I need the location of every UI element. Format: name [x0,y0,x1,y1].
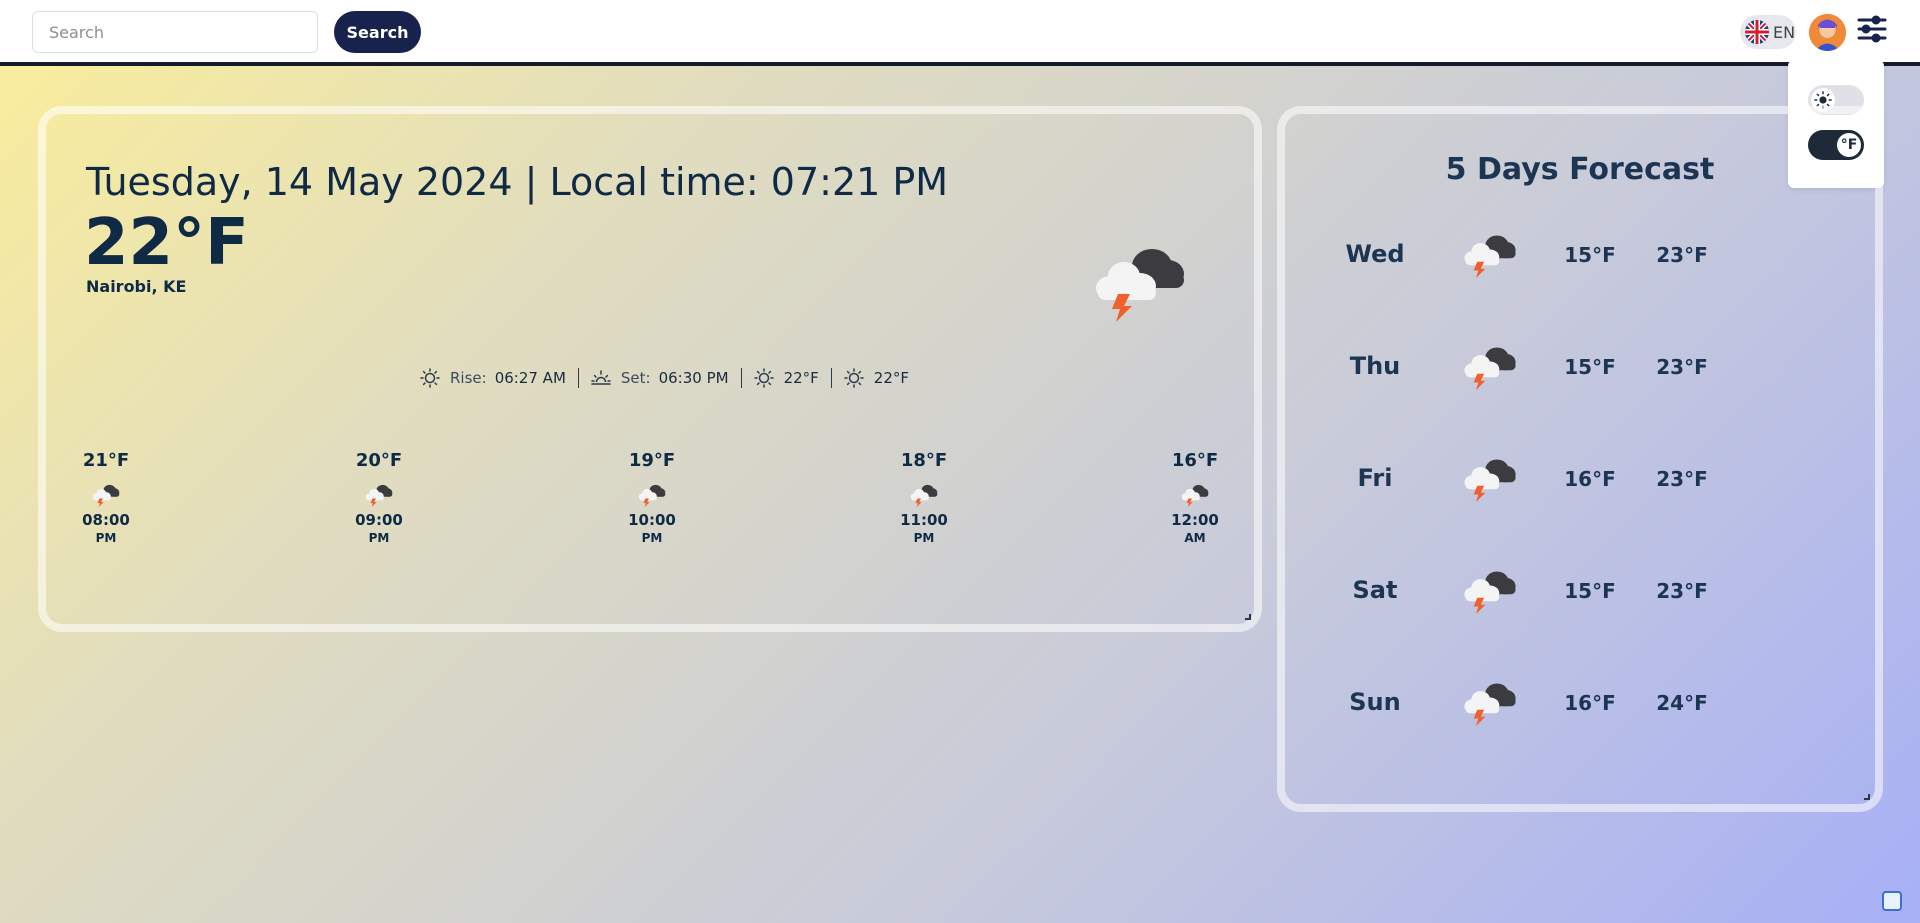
sunrise-time: 06:27 AM [494,369,566,387]
forecast-high: 23°F [1656,467,1708,491]
thunderstorm-cloud-icon [363,481,395,507]
forecast-low: 15°F [1564,579,1616,603]
thunderstorm-cloud-icon [636,481,668,507]
thunderstorm-cloud-icon [1460,564,1520,614]
user-avatar[interactable] [1809,14,1846,51]
low-temp-icon [844,368,864,388]
sunrise-icon [420,368,440,388]
sunset-time: 06:30 PM [658,369,729,387]
resize-handle [1864,794,1870,800]
forecast-row: Sun 16°F 24°F [1330,676,1750,736]
thunderstorm-cloud-icon [1460,676,1520,726]
thunderstorm-cloud-icon [90,481,122,507]
forecast-low: 16°F [1564,691,1616,715]
hourly-temp: 21°F [82,450,130,471]
high-temp-icon [754,368,774,388]
forecast-day: Wed [1345,240,1405,268]
divider [577,368,579,388]
hourly-ampm: PM [95,531,117,545]
hourly-item: 20°F 09:00 PM [334,450,424,545]
top-bar: Search EN [0,0,1920,66]
forecast-title: 5 Days Forecast [1445,152,1715,187]
hourly-item: 19°F 10:00 PM [607,450,697,545]
hourly-time: 08:00 [82,511,130,529]
forecast-row: Thu 15°F 23°F [1330,340,1750,400]
forecast-day: Fri [1357,464,1393,492]
forecast-row: Fri 16°F 23°F [1330,452,1750,512]
sunset-label: Set: [620,369,651,387]
avatar-icon [1809,14,1846,51]
thunderstorm-cloud-icon [1460,228,1520,278]
settings-sliders-icon[interactable] [1856,13,1888,45]
sunrise-label: Rise: [450,369,487,387]
forecast-low: 15°F [1564,243,1616,267]
forecast-low: 16°F [1564,467,1616,491]
forecast-high: 23°F [1656,243,1708,267]
thunderstorm-cloud-icon [1460,452,1520,502]
hourly-temp: 16°F [1171,450,1219,471]
forecast-row: Sat 15°F 23°F [1330,564,1750,624]
thunderstorm-cloud-icon [1090,236,1190,322]
thunderstorm-cloud-icon [1460,340,1520,390]
hourly-item: 21°F 08:00 PM [61,450,151,545]
divider [740,368,742,388]
hourly-time: 11:00 [900,511,948,529]
language-label: EN [1773,22,1796,42]
help-widget-icon[interactable] [1882,891,1902,911]
search-input[interactable] [32,11,318,53]
hourly-temp: 18°F [900,450,948,471]
forecast-day: Sun [1349,688,1401,716]
search-button[interactable]: Search [334,11,421,53]
hourly-ampm: PM [913,531,935,545]
date-time-line: Tuesday, 14 May 2024 | Local time: 07:21… [86,160,949,204]
hourly-ampm: AM [1184,531,1206,545]
hourly-ampm: PM [641,531,663,545]
forecast-row: Wed 15°F 23°F [1330,228,1750,288]
forecast-high: 24°F [1656,691,1708,715]
location-label: Nairobi, KE [86,277,187,296]
divider [830,368,832,388]
hourly-time: 10:00 [628,511,676,529]
hourly-item: 16°F 12:00 AM [1150,450,1240,545]
sunset-icon [591,368,611,388]
resize-handle [1245,614,1251,620]
language-selector[interactable]: EN [1740,15,1796,49]
forecast-day: Thu [1349,352,1401,380]
forecast-low: 15°F [1564,355,1616,379]
hourly-time: 09:00 [355,511,403,529]
thunderstorm-cloud-icon [1179,481,1211,507]
low-temp: 22°F [873,369,909,387]
uk-flag-icon [1745,20,1769,44]
hourly-ampm: PM [368,531,390,545]
hourly-time: 12:00 [1171,511,1219,529]
forecast-day: Sat [1352,576,1398,604]
hourly-item: 18°F 11:00 PM [879,450,969,545]
forecast-high: 23°F [1656,579,1708,603]
thunderstorm-cloud-icon [908,481,940,507]
sun-details-row: Rise: 06:27 AM Set: 06:30 PM 22°F 22°F [420,364,909,392]
hourly-temp: 19°F [628,450,676,471]
forecast-high: 23°F [1656,355,1708,379]
hourly-temp: 20°F [355,450,403,471]
current-temperature: 22°F [84,206,249,280]
high-temp: 22°F [783,369,819,387]
